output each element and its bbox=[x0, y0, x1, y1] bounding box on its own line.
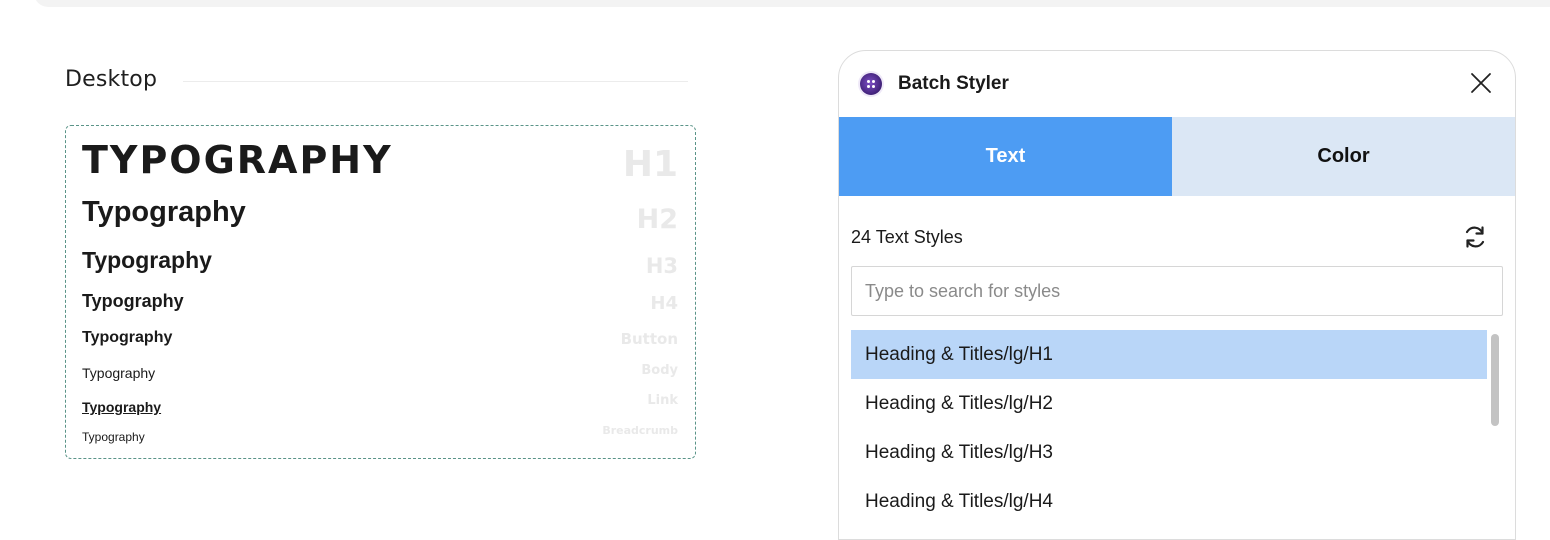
tag-breadcrumb: Breadcrumb bbox=[602, 424, 678, 437]
list-item[interactable]: Heading & Titles/lg/H1 bbox=[851, 330, 1487, 379]
panel-header: Batch Styler bbox=[839, 51, 1515, 117]
close-icon[interactable] bbox=[1469, 71, 1493, 95]
style-search-input[interactable] bbox=[851, 266, 1503, 316]
section-title-desktop: Desktop bbox=[65, 67, 158, 92]
tag-body: Body bbox=[641, 363, 678, 378]
typography-frame[interactable]: TYPOGRAPHY H1 Typography H2 Typography H… bbox=[65, 125, 696, 459]
list-scrollbar[interactable] bbox=[1491, 334, 1499, 426]
list-item[interactable]: Heading & Titles/lg/H4 bbox=[851, 477, 1487, 526]
tag-h1: H1 bbox=[622, 144, 678, 185]
panel-title: Batch Styler bbox=[898, 73, 1009, 94]
tag-button: Button bbox=[620, 330, 678, 348]
sample-link[interactable]: Typography bbox=[82, 399, 161, 415]
top-toolbar-strip bbox=[34, 0, 1550, 7]
sample-body: Typography bbox=[82, 365, 156, 381]
tab-color[interactable]: Color bbox=[1172, 117, 1515, 196]
tag-h4: H4 bbox=[650, 293, 678, 314]
text-styles-count: 24 Text Styles bbox=[851, 227, 963, 247]
sample-h4: Typography bbox=[82, 291, 184, 311]
refresh-icon[interactable] bbox=[1461, 223, 1489, 251]
tag-link: Link bbox=[647, 393, 678, 408]
sample-h2: Typography bbox=[82, 196, 246, 228]
tab-text[interactable]: Text bbox=[839, 117, 1172, 196]
tag-h2: H2 bbox=[636, 204, 678, 235]
text-style-list: Heading & Titles/lg/H1 Heading & Titles/… bbox=[851, 330, 1487, 526]
section-divider bbox=[183, 81, 688, 82]
sample-breadcrumb: Typography bbox=[82, 430, 145, 444]
batch-styler-logo-icon bbox=[860, 73, 882, 95]
tab-bar: Text Color bbox=[839, 117, 1515, 196]
list-item[interactable]: Heading & Titles/lg/H3 bbox=[851, 428, 1487, 477]
tag-h3: H3 bbox=[645, 254, 678, 278]
batch-styler-panel: Batch Styler Text Color 24 Text Styles H… bbox=[838, 50, 1516, 540]
sample-h1: TYPOGRAPHY bbox=[82, 138, 393, 182]
sample-h3: Typography bbox=[82, 247, 212, 273]
list-item[interactable]: Heading & Titles/lg/H2 bbox=[851, 379, 1487, 428]
sample-button: Typography bbox=[82, 329, 173, 346]
